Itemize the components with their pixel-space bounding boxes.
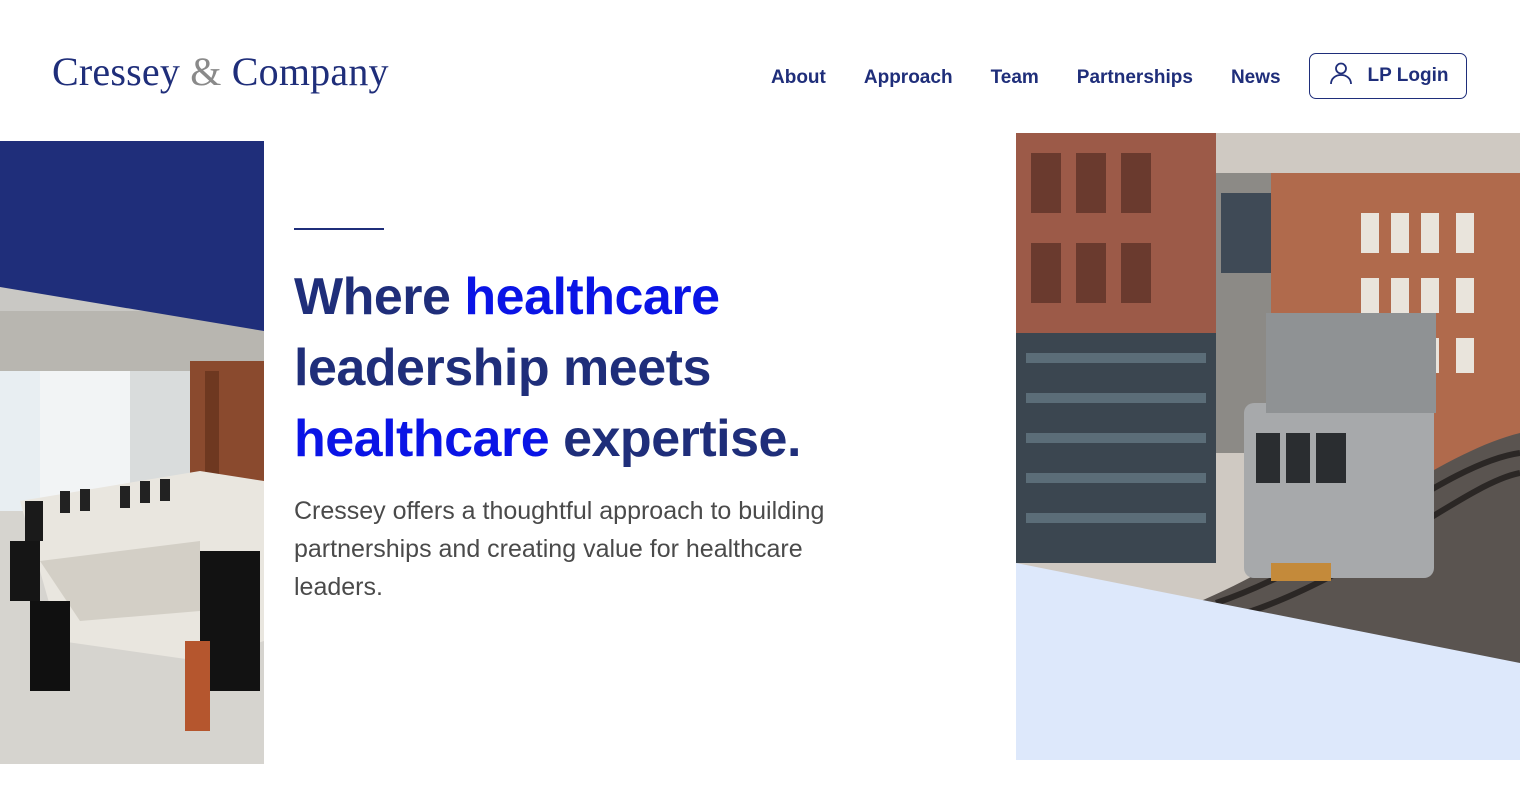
- headline-highlight-1: healthcare: [464, 268, 720, 326]
- page: Cressey & Company About Approach Team Pa…: [0, 0, 1520, 800]
- hero-rule: [294, 228, 384, 230]
- main-nav: About Approach Team Partnerships News: [771, 62, 1281, 94]
- logo-name-part1: Cressey: [52, 49, 181, 94]
- lp-login-label: LP Login: [1367, 65, 1449, 86]
- lp-login-button[interactable]: LP Login: [1309, 53, 1467, 99]
- user-icon: [1328, 60, 1354, 92]
- hero-subtext: Cressey offers a thoughtful approach to …: [294, 497, 825, 601]
- hero-headline: Where healthcare leadership meets health…: [294, 262, 934, 475]
- nav-item-news[interactable]: News: [1231, 67, 1281, 89]
- site-logo[interactable]: Cressey & Company: [52, 48, 389, 96]
- logo-name-part2: Company: [231, 49, 389, 94]
- headline-word-expertise: expertise.: [563, 410, 801, 468]
- nav-item-partnerships[interactable]: Partnerships: [1077, 67, 1193, 89]
- headline-highlight-2: healthcare: [294, 410, 550, 468]
- logo-ampersand: &: [190, 49, 222, 94]
- nav-item-team[interactable]: Team: [991, 67, 1039, 89]
- conference-room-image: [0, 141, 264, 764]
- train-image: [1016, 133, 1520, 760]
- headline-word-where: Where: [294, 268, 451, 326]
- headline-line-2: leadership meets: [294, 339, 711, 397]
- nav-item-about[interactable]: About: [771, 67, 826, 89]
- nav-item-approach[interactable]: Approach: [864, 67, 953, 89]
